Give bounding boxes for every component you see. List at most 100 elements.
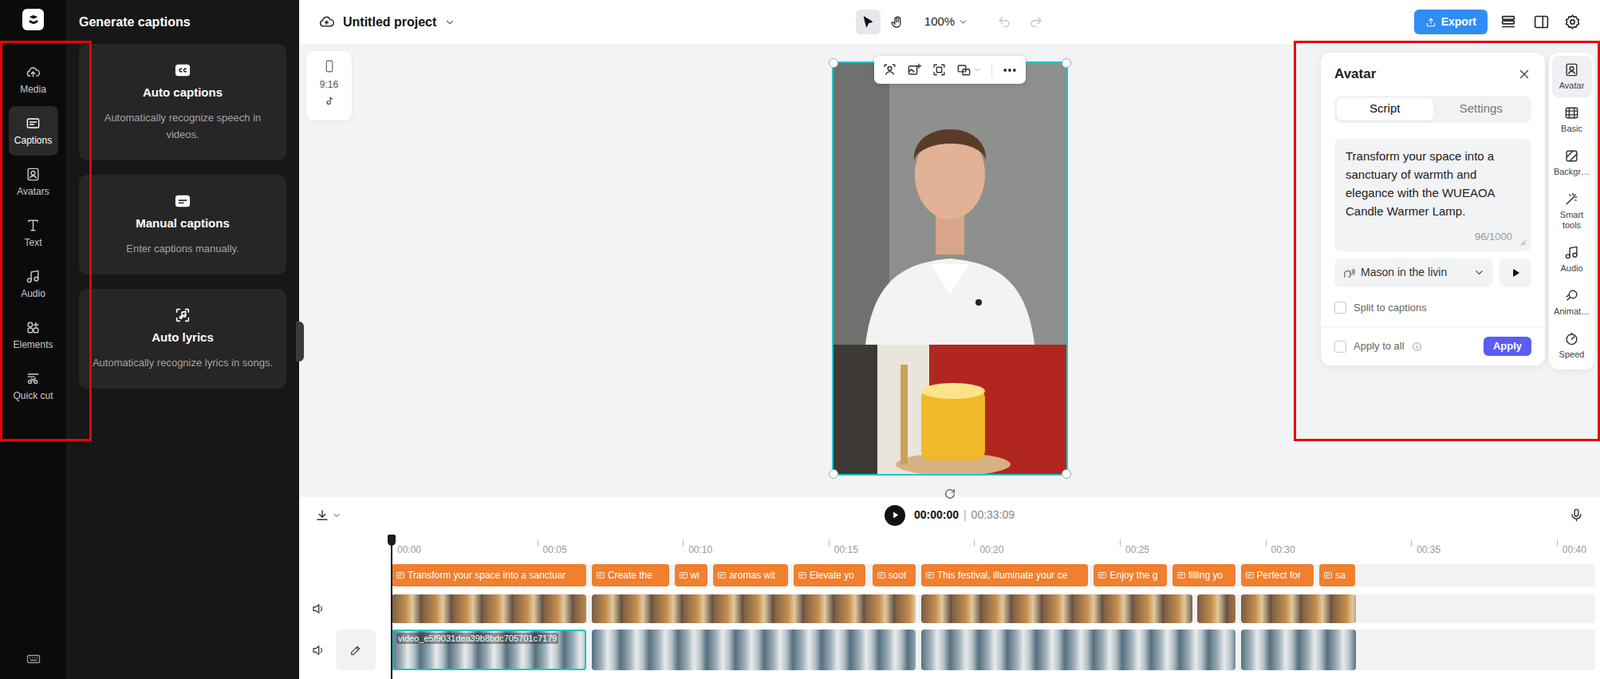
property-tab[interactable]: Avatar [1552,55,1593,98]
add-image-icon[interactable] [906,62,923,78]
rail-item[interactable]: Quick cut [8,361,59,411]
audio-icon [25,268,41,284]
script-input[interactable]: Transform your space into a sanctuary of… [1334,138,1532,252]
redo-icon[interactable] [1028,15,1044,30]
property-tab[interactable]: Audio [1552,238,1593,280]
property-rail: AvatarBasicBackgr…Smart toolsAudioAnimat… [1548,52,1595,370]
rail-item[interactable]: Elements [8,310,59,360]
resize-handle[interactable] [1061,468,1072,479]
rail-item[interactable]: Audio [8,259,59,309]
avatar-panel: AvatarScriptSettingsTransform your space… [1320,52,1545,366]
panel-tab[interactable]: Settings [1433,98,1530,121]
checkbox[interactable] [1334,340,1347,353]
layers-icon[interactable] [1499,13,1518,32]
resize-handle[interactable] [828,468,839,479]
avatar-clip[interactable] [591,629,916,670]
property-tab[interactable]: Backgr… [1552,141,1593,184]
caption-option-card[interactable]: Auto captionsAutomatically recognize spe… [78,43,287,161]
audio-icon [1564,244,1580,261]
play-button[interactable] [884,504,906,526]
caption-clip[interactable]: aromas wit [713,563,789,587]
avatar-clip[interactable] [1241,629,1356,670]
checkbox-row[interactable]: Apply to all [1334,338,1423,355]
time-separator: | [963,506,967,524]
speaker-icon[interactable] [311,601,326,616]
replace-icon[interactable] [956,62,972,78]
video-clip[interactable] [1197,594,1236,623]
undo-icon[interactable] [997,15,1012,30]
time-ruler: 00:0000:0500:1000:1500:2000:2500:3000:35… [299,537,1600,564]
panel-tab[interactable]: Script [1336,98,1434,121]
script-text[interactable]: Transform your space into a sanctuary of… [1345,146,1521,221]
collapse-handle[interactable] [295,321,304,362]
checkbox-row[interactable]: Split to captions [1334,299,1532,316]
crop-icon[interactable] [931,62,947,78]
chevron-down-icon[interactable] [444,16,456,28]
caption-clip[interactable]: This festival, illuminate your ce [921,563,1089,587]
rail-item[interactable]: Avatars [8,157,59,207]
project-title[interactable]: Untitled project [342,12,437,32]
video-clip[interactable] [391,594,587,623]
property-tab[interactable]: Animat… [1552,281,1593,324]
rail-item[interactable]: Text [8,208,59,258]
video-clip[interactable] [1241,594,1356,623]
more-icon[interactable] [1001,62,1018,79]
property-tab[interactable]: Speed [1552,324,1593,367]
caption-clip[interactable]: Transform your space into a sanctuar [391,563,587,587]
property-tab[interactable]: Smart tools [1552,185,1593,237]
preview-voice-button[interactable] [1499,258,1532,288]
project-menu[interactable]: Untitled project [318,12,856,32]
caption-clip[interactable]: wi [674,563,709,587]
video-clip[interactable] [921,594,1193,623]
tool-button[interactable] [885,9,911,35]
property-tab[interactable]: Basic [1552,98,1593,141]
aspect-ratio-card[interactable]: 9:16 [306,51,352,121]
panel-title: Generate captions [78,12,191,32]
caption-clip[interactable]: Perfect for [1241,563,1315,587]
card-description: Automatically recognize lyrics in songs. [92,354,273,371]
avatar-clip[interactable] [921,629,1236,670]
voice-dropdown[interactable]: Mason in the livin [1334,258,1494,288]
keyboard-icon[interactable] [26,651,41,667]
zoom-level[interactable]: 100% [924,12,955,32]
speaker-icon[interactable] [311,642,326,658]
caption-clip[interactable]: Create the [591,563,670,587]
gear-icon[interactable] [1564,13,1581,31]
caption-clip[interactable]: filling yo [1172,563,1236,587]
export-button[interactable]: Export [1414,9,1488,35]
info-icon[interactable] [1411,341,1423,352]
change-avatar-icon[interactable] [882,62,898,78]
chevron-down-icon[interactable] [973,65,982,75]
caption-option-card[interactable]: Auto lyricsAutomatically recognize lyric… [78,288,287,389]
caption-option-card[interactable]: Manual captionsEnter captions manually. [78,174,287,275]
apply-button[interactable]: Apply [1483,336,1532,356]
rotate-icon[interactable] [943,487,957,501]
resize-grip-icon[interactable] [1517,236,1527,247]
edit-track-button[interactable] [335,629,376,670]
caption-clip[interactable]: sa [1319,563,1355,587]
caption-clip[interactable]: soot [872,563,917,587]
cloud-save-icon[interactable] [318,13,335,31]
video-clip[interactable] [591,594,916,623]
tool-button[interactable] [855,9,881,35]
rail-item[interactable]: Media [8,55,59,105]
close-icon[interactable] [1517,66,1532,82]
caption-clip[interactable]: Elevate yo [793,563,866,587]
caption-text: filling yo [1188,567,1223,583]
video-preview[interactable] [833,63,1067,474]
rail-item[interactable]: Captions [8,106,59,156]
panel-layout-icon[interactable] [1533,13,1550,31]
resize-handle[interactable] [1061,58,1072,68]
mic-icon[interactable] [1568,507,1585,523]
resize-handle[interactable] [828,58,839,68]
caption-clip[interactable]: Enjoy the g [1093,563,1167,587]
checkbox[interactable] [1334,301,1347,314]
playhead[interactable] [387,532,396,679]
tick-line [1265,539,1267,547]
pointer-icon [860,15,875,30]
avatar-clip[interactable]: video_e5f9031dea39b8bdc705701c7179 [391,629,587,670]
caption-text: Create the [607,567,653,583]
elements-icon [25,319,41,335]
chevron-down-icon[interactable] [957,16,969,28]
download-menu[interactable] [315,508,885,523]
